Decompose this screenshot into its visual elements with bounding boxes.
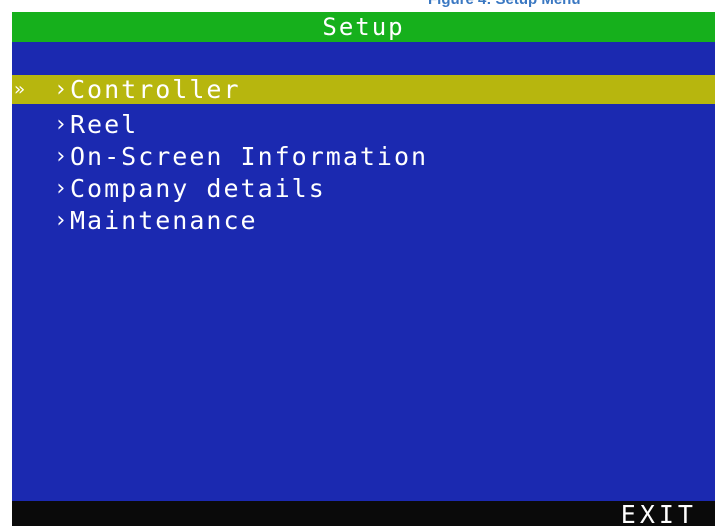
menu-item-on-screen-information[interactable]: › On-Screen Information bbox=[12, 142, 715, 171]
menu-item-reel[interactable]: › Reel bbox=[12, 110, 715, 139]
exit-button[interactable]: EXIT bbox=[621, 501, 697, 526]
footer-bar: EXIT bbox=[12, 501, 715, 526]
menu-item-label: Controller bbox=[70, 75, 241, 104]
menu-item-maintenance[interactable]: › Maintenance bbox=[12, 206, 715, 235]
setup-screen: Figure 4: Setup Menu Setup » › Controlle… bbox=[0, 0, 715, 526]
menu-panel: » › Controller › Reel › On-Screen Inform… bbox=[12, 42, 715, 501]
chevron-right-icon: › bbox=[54, 176, 70, 201]
menu-item-label: Reel bbox=[70, 110, 139, 139]
selection-pointer-icon: » bbox=[14, 79, 27, 100]
menu-item-company-details[interactable]: › Company details bbox=[12, 174, 715, 203]
title-bar: Setup bbox=[12, 12, 715, 42]
menu-item-label: Maintenance bbox=[70, 206, 258, 235]
chevron-right-icon: › bbox=[54, 112, 70, 137]
page-title: Setup bbox=[322, 13, 405, 41]
chevron-right-icon: › bbox=[54, 208, 70, 233]
menu-item-controller[interactable]: » › Controller bbox=[12, 75, 715, 104]
caption-strip: Figure 4: Setup Menu bbox=[0, 0, 715, 12]
figure-caption: Figure 4: Setup Menu bbox=[428, 0, 581, 8]
chevron-right-icon: › bbox=[54, 144, 70, 169]
menu-item-label: On-Screen Information bbox=[70, 142, 429, 171]
menu-item-label: Company details bbox=[70, 174, 326, 203]
chevron-right-icon: › bbox=[54, 77, 70, 102]
